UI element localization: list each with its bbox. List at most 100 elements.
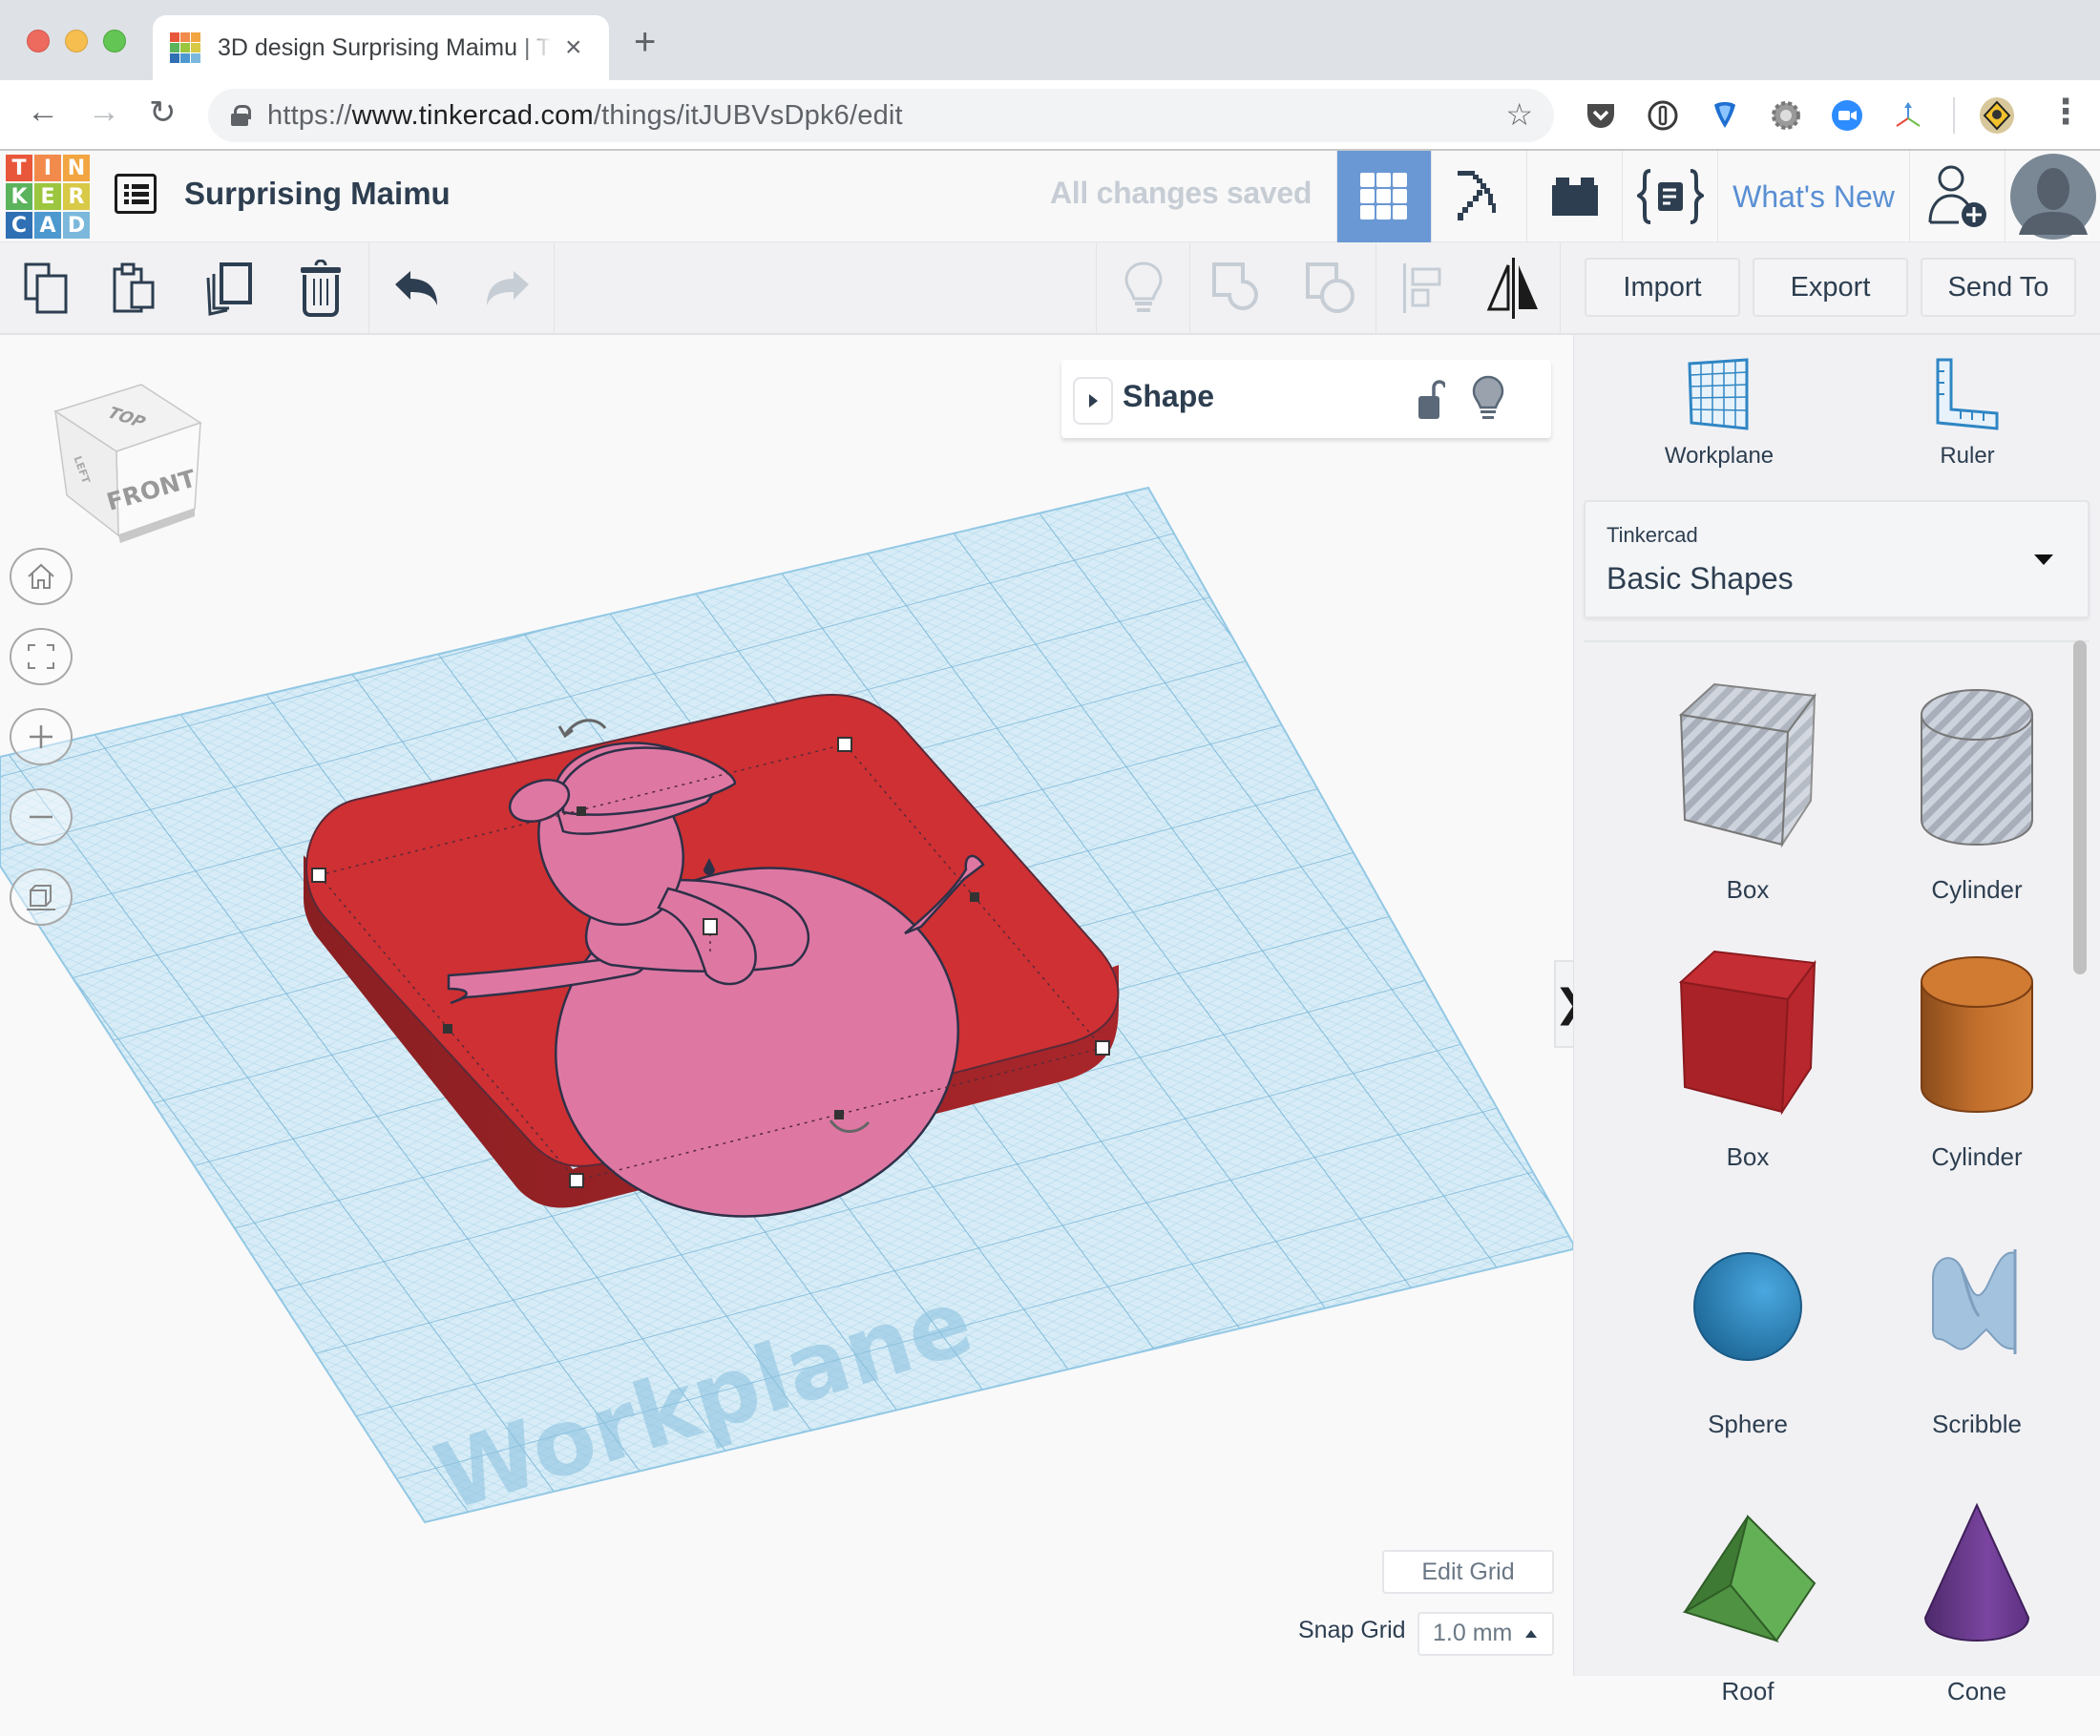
- roof-icon: [1682, 1515, 1816, 1642]
- blocks-view-button[interactable]: [1431, 151, 1526, 242]
- snap-grid-select[interactable]: 1.0 mm: [1418, 1612, 1554, 1656]
- library-category-value: Basic Shapes: [1606, 561, 1794, 596]
- 1password-icon[interactable]: [1647, 99, 1679, 132]
- expand-inspector-toggle[interactable]: [1073, 377, 1113, 425]
- copy-button[interactable]: [19, 260, 76, 317]
- logo-letter: C: [6, 212, 32, 239]
- reload-icon[interactable]: ↻: [149, 94, 177, 132]
- design-list-icon[interactable]: [115, 174, 157, 214]
- pocket-icon[interactable]: [1585, 99, 1617, 132]
- address-bar[interactable]: https://www.tinkercad.com/things/itJUBVs…: [208, 89, 1554, 142]
- paste-button[interactable]: [108, 260, 165, 317]
- lightbulb-icon[interactable]: [1472, 375, 1504, 423]
- inspector-title: Shape: [1123, 379, 1215, 413]
- account-avatar[interactable]: [2005, 151, 2100, 242]
- cylinder-icon: [1921, 956, 2033, 1114]
- home-view-button[interactable]: [10, 548, 73, 605]
- logo-letter: I: [34, 155, 61, 181]
- whats-new-button[interactable]: What's New: [1717, 151, 1909, 242]
- corner-handle[interactable]: [1095, 1040, 1110, 1056]
- edit-grid-button[interactable]: Edit Grid: [1382, 1550, 1554, 1594]
- url-path: /things/itJUBVsDpk6/edit: [593, 99, 903, 131]
- undo-button[interactable]: [389, 260, 447, 317]
- shape-label: Cylinder: [1931, 875, 2023, 904]
- 3d-view-button[interactable]: [1336, 151, 1431, 242]
- location-pin-icon[interactable]: [1709, 99, 1741, 132]
- new-tab-button[interactable]: +: [634, 21, 656, 64]
- fit-all-icon: [28, 644, 54, 669]
- align-icon: [1403, 263, 1441, 313]
- collapse-panel-button[interactable]: ❯: [1554, 960, 1573, 1048]
- fit-view-button[interactable]: [10, 628, 73, 685]
- align-button[interactable]: [1394, 260, 1451, 317]
- design-name[interactable]: Surprising Maimu: [184, 176, 451, 212]
- workplane-canvas[interactable]: Workplane: [0, 335, 1573, 1676]
- logo-letter: T: [6, 155, 32, 181]
- bookmark-star-icon[interactable]: ☆: [1505, 96, 1533, 133]
- corner-handle[interactable]: [311, 868, 326, 883]
- shape-scribble[interactable]: Scribble: [1862, 1211, 2091, 1469]
- side-handle[interactable]: [834, 1110, 844, 1119]
- view-cube[interactable]: TOP FRONT LEFT: [50, 383, 212, 545]
- codeblocks-view-button[interactable]: [1622, 151, 1717, 242]
- chrome-menu-icon[interactable]: ⋮: [2048, 92, 2083, 132]
- mirror-button[interactable]: [1485, 258, 1543, 319]
- maximize-window-button[interactable]: [103, 30, 126, 52]
- minimize-window-button[interactable]: [65, 30, 88, 52]
- shape-label: Cone: [1946, 1677, 2007, 1705]
- shape-library-dropdown[interactable]: Tinkercad Basic Shapes: [1584, 500, 2090, 618]
- shape-box[interactable]: Box: [1633, 944, 1862, 1202]
- logo-letter: D: [63, 212, 90, 239]
- shape-cylinder-hole[interactable]: Cylinder: [1862, 677, 2091, 934]
- side-handle[interactable]: [443, 1024, 452, 1034]
- settings-gear-icon[interactable]: [1770, 99, 1802, 132]
- shape-cylinder[interactable]: Cylinder: [1862, 944, 2091, 1202]
- workplane-tool[interactable]: Workplane: [1633, 358, 1805, 470]
- 3d-viewport[interactable]: Workplane TOP FRONT LEFT Shape Edit Grid…: [0, 335, 1573, 1676]
- corner-handle[interactable]: [837, 737, 852, 752]
- invite-user-button[interactable]: [1909, 151, 2005, 242]
- group-button[interactable]: [1208, 260, 1266, 317]
- shape-roof[interactable]: Roof: [1633, 1478, 1862, 1736]
- duplicate-button[interactable]: [200, 260, 258, 317]
- shape-cone[interactable]: Cone: [1862, 1478, 2091, 1736]
- forward-arrow-icon[interactable]: →: [88, 94, 120, 131]
- shape-label: Box: [1726, 875, 1770, 904]
- side-handle[interactable]: [577, 806, 586, 816]
- shape-label: Sphere: [1708, 1410, 1788, 1438]
- ungroup-button[interactable]: [1302, 260, 1359, 317]
- export-button[interactable]: Export: [1753, 258, 1908, 317]
- back-arrow-icon[interactable]: ←: [27, 94, 59, 131]
- tinkercad-logo[interactable]: T I N K E R C A D: [6, 155, 90, 239]
- shape-label: Roof: [1721, 1677, 1774, 1705]
- import-button[interactable]: Import: [1585, 258, 1740, 317]
- cone-icon: [1923, 1502, 2030, 1642]
- height-handle[interactable]: [703, 918, 718, 935]
- shape-sphere[interactable]: Sphere: [1633, 1211, 1862, 1469]
- send-to-button[interactable]: Send To: [1921, 258, 2076, 317]
- show-all-button[interactable]: [1115, 260, 1172, 317]
- close-window-button[interactable]: [27, 30, 50, 52]
- logo-letter: K: [6, 183, 32, 210]
- redo-button[interactable]: [477, 260, 535, 317]
- corner-handle[interactable]: [569, 1173, 584, 1188]
- close-tab-icon[interactable]: ×: [565, 31, 582, 64]
- plus-icon: [30, 725, 52, 748]
- side-handle[interactable]: [970, 892, 979, 902]
- delete-button[interactable]: [292, 260, 349, 317]
- perspective-toggle-button[interactable]: [10, 868, 73, 926]
- browser-tab[interactable]: 3D design Surprising Maimu | Tinkercad ×: [153, 15, 609, 80]
- snap-grid-label: Snap Grid: [1298, 1617, 1406, 1643]
- perspective-cube-icon: [27, 885, 55, 910]
- profile-avatar-icon[interactable]: [1978, 96, 2016, 135]
- url-text: https://www.tinkercad.com/things/itJUBVs…: [267, 100, 903, 132]
- zoom-in-button[interactable]: [10, 708, 73, 765]
- browser-toolbar: ← → ↻ https://www.tinkercad.com/things/i…: [0, 80, 2100, 151]
- bricks-view-button[interactable]: [1526, 151, 1622, 242]
- unlock-icon[interactable]: [1417, 379, 1445, 421]
- shape-box-hole[interactable]: Box: [1633, 677, 1862, 934]
- ruler-tool[interactable]: Ruler: [1881, 358, 2053, 470]
- zoom-out-button[interactable]: [10, 788, 73, 846]
- axis-tool-icon[interactable]: [1892, 99, 1924, 132]
- zoom-video-icon[interactable]: [1831, 99, 1863, 132]
